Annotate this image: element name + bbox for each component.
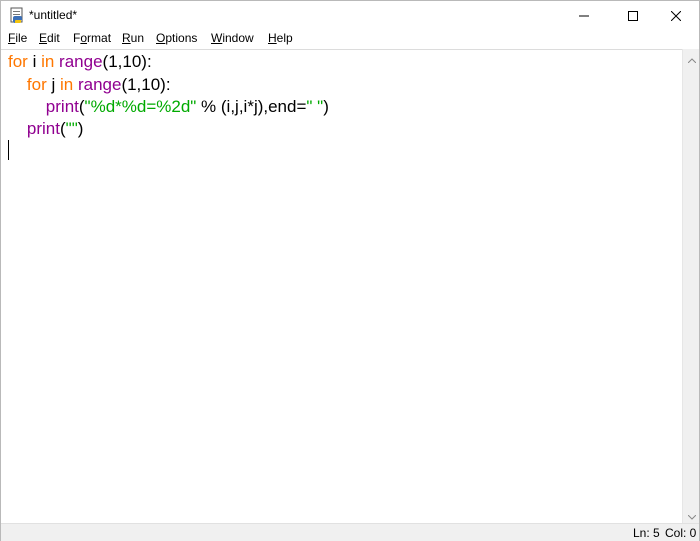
minimize-button[interactable] — [561, 1, 607, 30]
close-button[interactable] — [653, 1, 699, 30]
idle-editor-window: *untitled* File Edit Format Run Options … — [0, 0, 700, 541]
text-cursor — [8, 140, 9, 160]
scroll-up-button[interactable] — [683, 49, 700, 66]
code-line-3: print("%d*%d=%2d" % (i,j,i*j),end=" ") — [45, 97, 329, 116]
maximize-icon — [628, 6, 638, 25]
menu-edit[interactable]: Edit — [39, 31, 60, 45]
idle-python-icon — [9, 7, 25, 24]
code-editor[interactable]: for i in range(1,10): for j in range(1,1… — [1, 49, 682, 523]
menu-window[interactable]: Window — [211, 31, 254, 45]
menu-run[interactable]: Run — [122, 31, 144, 45]
code-line-1: for i in range(1,10): — [8, 52, 152, 71]
menu-help[interactable]: Help — [268, 31, 293, 45]
scroll-down-button[interactable] — [683, 506, 700, 523]
window-title: *untitled* — [29, 8, 78, 22]
chevron-down-icon — [687, 505, 696, 524]
minimize-icon — [579, 6, 589, 25]
menu-options[interactable]: Options — [156, 31, 197, 45]
status-bar: Ln: 5 Col: 0 — [1, 523, 699, 541]
menu-file[interactable]: File — [8, 31, 27, 45]
close-icon — [670, 6, 682, 25]
column-number-status: Col: 0 — [665, 526, 697, 540]
line-number-status: Ln: 5 — [633, 526, 660, 540]
title-bar[interactable]: *untitled* — [1, 1, 699, 30]
chevron-up-icon — [687, 48, 696, 67]
maximize-button[interactable] — [610, 1, 656, 30]
code-line-2: for j in range(1,10): — [26, 75, 171, 94]
code-line-4: print("") — [26, 119, 84, 138]
menu-format[interactable]: Format — [73, 31, 111, 45]
menu-bar: File Edit Format Run Options Window Help — [1, 30, 699, 48]
vertical-scrollbar[interactable] — [682, 49, 699, 523]
